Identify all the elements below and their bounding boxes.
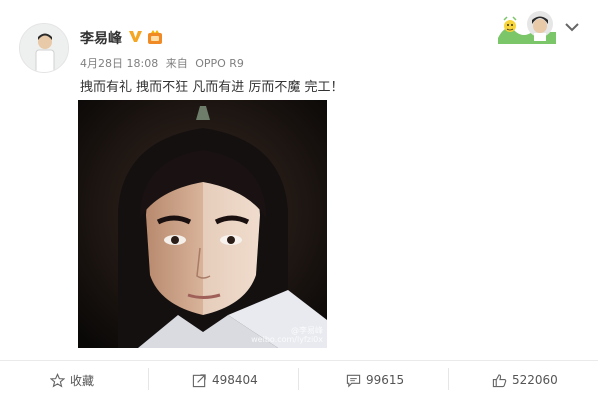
avatar[interactable] — [19, 23, 69, 73]
favorite-button[interactable]: 收藏 — [50, 361, 94, 399]
comment-button[interactable]: 99615 — [346, 361, 404, 399]
photo-watermark: @李易峰 weibo.com/lyfzi0x — [251, 326, 323, 344]
post-text: 拽而有礼 拽而不狂 凡而有进 厉而不魔 完工！ — [80, 80, 344, 95]
post-meta: 4月28日 18:08 来自 OPPO R9 — [80, 55, 244, 71]
like-count: 522060 — [512, 373, 558, 387]
star-icon — [50, 372, 65, 387]
action-bar: 收藏 498404 99615 522060 — [0, 360, 598, 401]
action-divider — [148, 368, 149, 390]
username[interactable]: 李易峰 — [80, 28, 122, 48]
comment-icon — [346, 374, 361, 387]
action-divider — [298, 368, 299, 390]
repost-icon — [192, 373, 206, 387]
repost-button[interactable]: 498404 — [192, 361, 258, 399]
post-source[interactable]: OPPO R9 — [195, 57, 244, 70]
rank-badge-icon[interactable] — [147, 30, 163, 45]
chevron-down-icon[interactable] — [563, 20, 581, 34]
comment-count: 99615 — [366, 373, 405, 387]
repost-count: 498404 — [212, 373, 258, 387]
post-source-prefix: 来自 — [165, 57, 188, 70]
post-timestamp[interactable]: 4月28日 18:08 — [80, 55, 158, 71]
weibo-post-card: 李易峰 4月28日 18:08 来自 OPPO R9 拽而有礼 拽而不狂 凡而有… — [0, 0, 598, 401]
verified-v-icon[interactable] — [128, 29, 143, 44]
decorative-avatar-icon — [498, 11, 556, 44]
post-photo[interactable]: @李易峰 weibo.com/lyfzi0x — [78, 100, 327, 348]
watermark-line-1: @李易峰 — [291, 326, 323, 335]
watermark-line-2: weibo.com/lyfzi0x — [251, 335, 323, 344]
favorite-label: 收藏 — [70, 373, 95, 388]
action-divider — [448, 368, 449, 390]
portrait-image — [78, 100, 327, 348]
thumbs-up-icon — [492, 373, 507, 387]
avatar-image — [20, 24, 68, 72]
like-button[interactable]: 522060 — [492, 361, 558, 399]
